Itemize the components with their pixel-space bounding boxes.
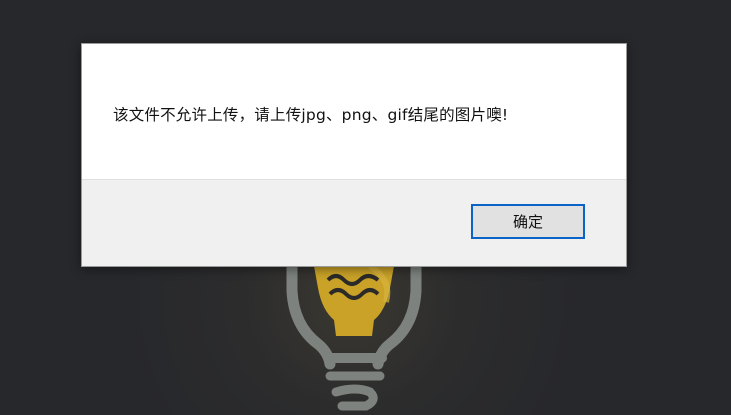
alert-message: 该文件不允许上传，请上传jpg、png、gif结尾的图片噢! — [113, 106, 509, 124]
alert-dialog: 该文件不允许上传，请上传jpg、png、gif结尾的图片噢! 确定 — [81, 43, 627, 267]
dialog-body: 该文件不允许上传，请上传jpg、png、gif结尾的图片噢! — [82, 44, 626, 179]
ok-button[interactable]: 确定 — [471, 204, 585, 239]
dialog-footer: 确定 — [82, 179, 626, 266]
